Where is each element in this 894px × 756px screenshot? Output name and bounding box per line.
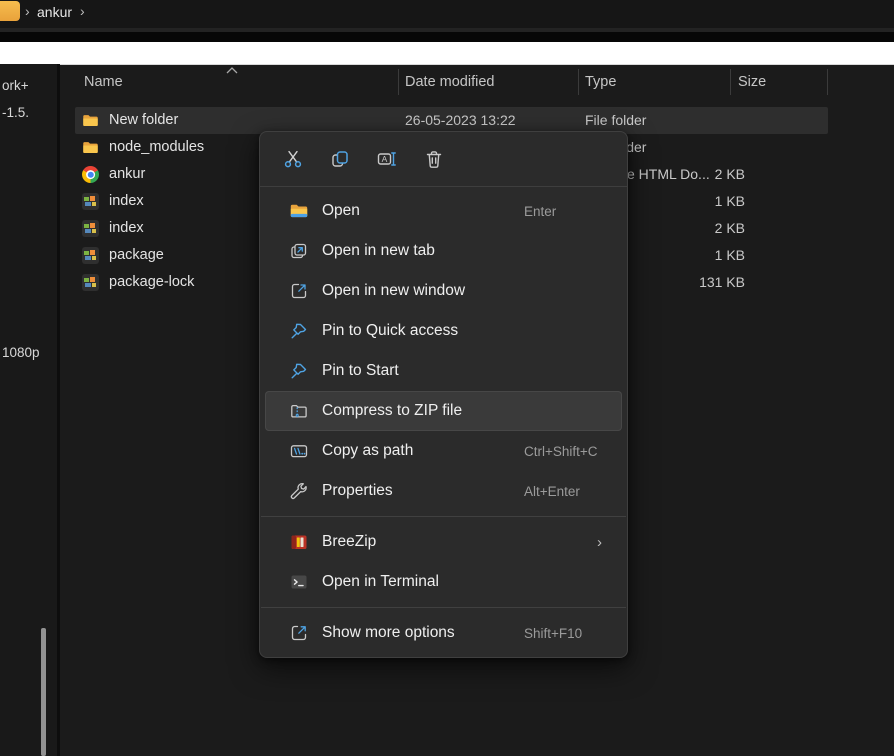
pane-divider[interactable] xyxy=(57,64,60,756)
menu-item-label: Open in new tab xyxy=(322,242,435,260)
copy-path-icon xyxy=(289,441,309,461)
menu-item-pin-to-quick-access[interactable]: Pin to Quick access xyxy=(265,311,622,351)
file-icon xyxy=(82,193,99,210)
menu-item-label: Pin to Start xyxy=(322,362,399,380)
file-name: package-lock xyxy=(109,274,194,290)
sort-ascending-icon xyxy=(224,64,240,76)
menu-item-properties[interactable]: Properties Alt+Enter xyxy=(265,471,622,511)
menu-item-shortcut: Alt+Enter xyxy=(524,484,580,499)
menu-item-pin-to-start[interactable]: Pin to Start xyxy=(265,351,622,391)
file-name: index xyxy=(109,220,144,236)
menu-item-show-more-options[interactable]: Show more options Shift+F10 xyxy=(265,613,622,653)
folder-icon[interactable] xyxy=(0,1,20,21)
sidebar-item-clipped[interactable]: 1080p xyxy=(2,345,40,360)
column-separator[interactable] xyxy=(827,69,828,95)
window-band xyxy=(0,32,894,42)
file-size: 1 KB xyxy=(715,193,745,209)
file-name: index xyxy=(109,193,144,209)
chevron-right-icon[interactable]: › xyxy=(80,3,85,19)
menu-item-shortcut: Enter xyxy=(524,204,556,219)
pin-icon xyxy=(289,361,309,381)
breadcrumb: › ankur › xyxy=(0,0,894,28)
file-icon xyxy=(82,247,99,264)
menu-item-label: Show more options xyxy=(322,624,455,642)
menu-separator xyxy=(261,516,626,517)
menu-item-label: Pin to Quick access xyxy=(322,322,458,340)
menu-item-copy-as-path[interactable]: Copy as path Ctrl+Shift+C xyxy=(265,431,622,471)
file-size: 2 KB xyxy=(715,166,745,182)
open-new-tab-icon xyxy=(289,241,309,261)
context-menu: A Open Enter xyxy=(259,131,628,658)
navigation-pane: ork+ -1.5. 1080p xyxy=(0,64,57,756)
context-menu-items: Open Enter Open in new tab xyxy=(260,187,627,653)
column-header-date-modified[interactable]: Date modified xyxy=(405,64,494,100)
open-folder-icon xyxy=(289,201,309,221)
menu-item-open-in-new-tab[interactable]: Open in new tab xyxy=(265,231,622,271)
menu-item-open-in-terminal[interactable]: Open in Terminal xyxy=(265,562,622,602)
file-date: 26-05-2023 13:22 xyxy=(405,112,516,128)
delete-icon[interactable] xyxy=(416,141,452,177)
cut-icon[interactable] xyxy=(275,141,311,177)
menu-item-breezip[interactable]: BreeZip › xyxy=(265,522,622,562)
open-new-window-icon xyxy=(289,281,309,301)
menu-item-shortcut: Shift+F10 xyxy=(524,626,582,641)
file-name: ankur xyxy=(109,166,145,182)
menu-separator xyxy=(261,607,626,608)
sidebar-item-clipped[interactable]: -1.5. xyxy=(2,105,29,120)
menu-item-label: Open xyxy=(322,202,360,220)
rename-icon[interactable]: A xyxy=(369,141,405,177)
pin-icon xyxy=(289,321,309,341)
submenu-chevron-icon: › xyxy=(597,534,602,551)
menu-item-label: Compress to ZIP file xyxy=(322,402,462,420)
command-bar-band xyxy=(0,42,894,65)
vertical-scrollbar[interactable] xyxy=(41,628,46,756)
file-row-new-folder[interactable]: New folder 26-05-2023 13:22 File folder xyxy=(75,107,828,134)
menu-item-shortcut: Ctrl+Shift+C xyxy=(524,444,598,459)
menu-item-label: BreeZip xyxy=(322,533,376,551)
menu-item-compress-to-zip[interactable]: Compress to ZIP file xyxy=(265,391,622,431)
file-explorer-window: › ankur › ork+ -1.5. 1080p Name Date mod… xyxy=(0,0,894,756)
file-type: File folder xyxy=(585,112,646,128)
menu-item-open-in-new-window[interactable]: Open in new window xyxy=(265,271,622,311)
breezip-icon xyxy=(289,532,309,552)
terminal-icon xyxy=(289,572,309,592)
chevron-right-icon: › xyxy=(25,3,30,19)
show-more-icon xyxy=(289,623,309,643)
file-icon xyxy=(82,274,99,291)
sidebar-item-clipped[interactable]: ork+ xyxy=(2,78,29,93)
column-header-name[interactable]: Name xyxy=(84,64,123,100)
column-header-size[interactable]: Size xyxy=(738,64,766,100)
file-name: New folder xyxy=(109,112,178,128)
chrome-icon xyxy=(82,166,99,183)
file-name: package xyxy=(109,247,164,263)
file-size: 2 KB xyxy=(715,220,745,236)
column-separator[interactable] xyxy=(578,69,579,95)
column-header-type[interactable]: Type xyxy=(585,64,616,100)
column-separator[interactable] xyxy=(398,69,399,95)
file-name: node_modules xyxy=(109,139,204,155)
file-size: 131 KB xyxy=(699,274,745,290)
menu-item-label: Open in Terminal xyxy=(322,573,439,591)
menu-item-label: Open in new window xyxy=(322,282,465,300)
folder-icon xyxy=(82,139,99,156)
svg-text:A: A xyxy=(382,154,388,164)
menu-item-label: Properties xyxy=(322,482,393,500)
column-separator[interactable] xyxy=(730,69,731,95)
context-menu-toolbar: A xyxy=(260,132,627,186)
zip-folder-icon xyxy=(289,401,309,421)
breadcrumb-item-ankur[interactable]: ankur xyxy=(37,4,72,20)
wrench-icon xyxy=(289,481,309,501)
menu-item-open[interactable]: Open Enter xyxy=(265,191,622,231)
menu-item-label: Copy as path xyxy=(322,442,413,460)
folder-icon xyxy=(82,112,99,129)
file-icon xyxy=(82,220,99,237)
file-size: 1 KB xyxy=(715,247,745,263)
copy-icon[interactable] xyxy=(322,141,358,177)
